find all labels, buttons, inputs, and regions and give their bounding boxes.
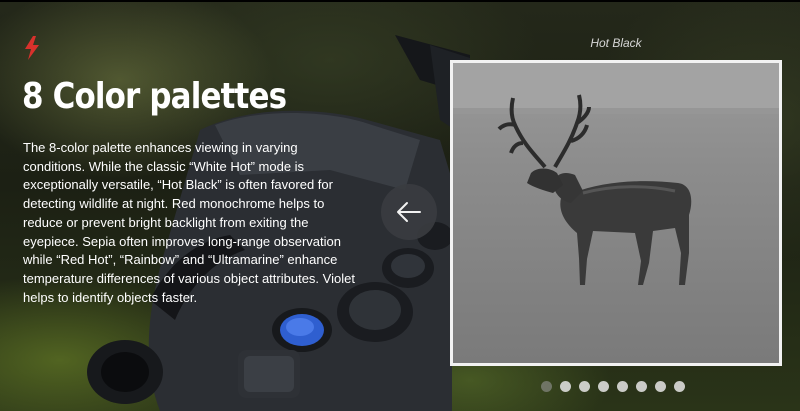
deer-thermal-image [453,63,779,363]
slide-dot[interactable] [655,381,666,392]
slide-dot[interactable] [598,381,609,392]
top-border [0,0,800,2]
slide-dot[interactable] [674,381,685,392]
slide-image [450,60,782,366]
lightning-bolt-icon [25,36,39,60]
section-description: The 8-color palette enhances viewing in … [23,140,355,305]
arrow-left-icon [397,202,421,222]
slide-dot[interactable] [541,381,552,392]
previous-slide-button[interactable] [381,184,437,240]
slide-dot[interactable] [617,381,628,392]
feature-section: 8 Color palettes The 8-color palette enh… [0,0,800,411]
slide-dot[interactable] [636,381,647,392]
slide-dot[interactable] [560,381,571,392]
section-title: 8 Color palettes [22,76,287,117]
slide-pagination [541,381,685,393]
slide-dot[interactable] [579,381,590,392]
slide-caption: Hot Black [590,36,642,50]
